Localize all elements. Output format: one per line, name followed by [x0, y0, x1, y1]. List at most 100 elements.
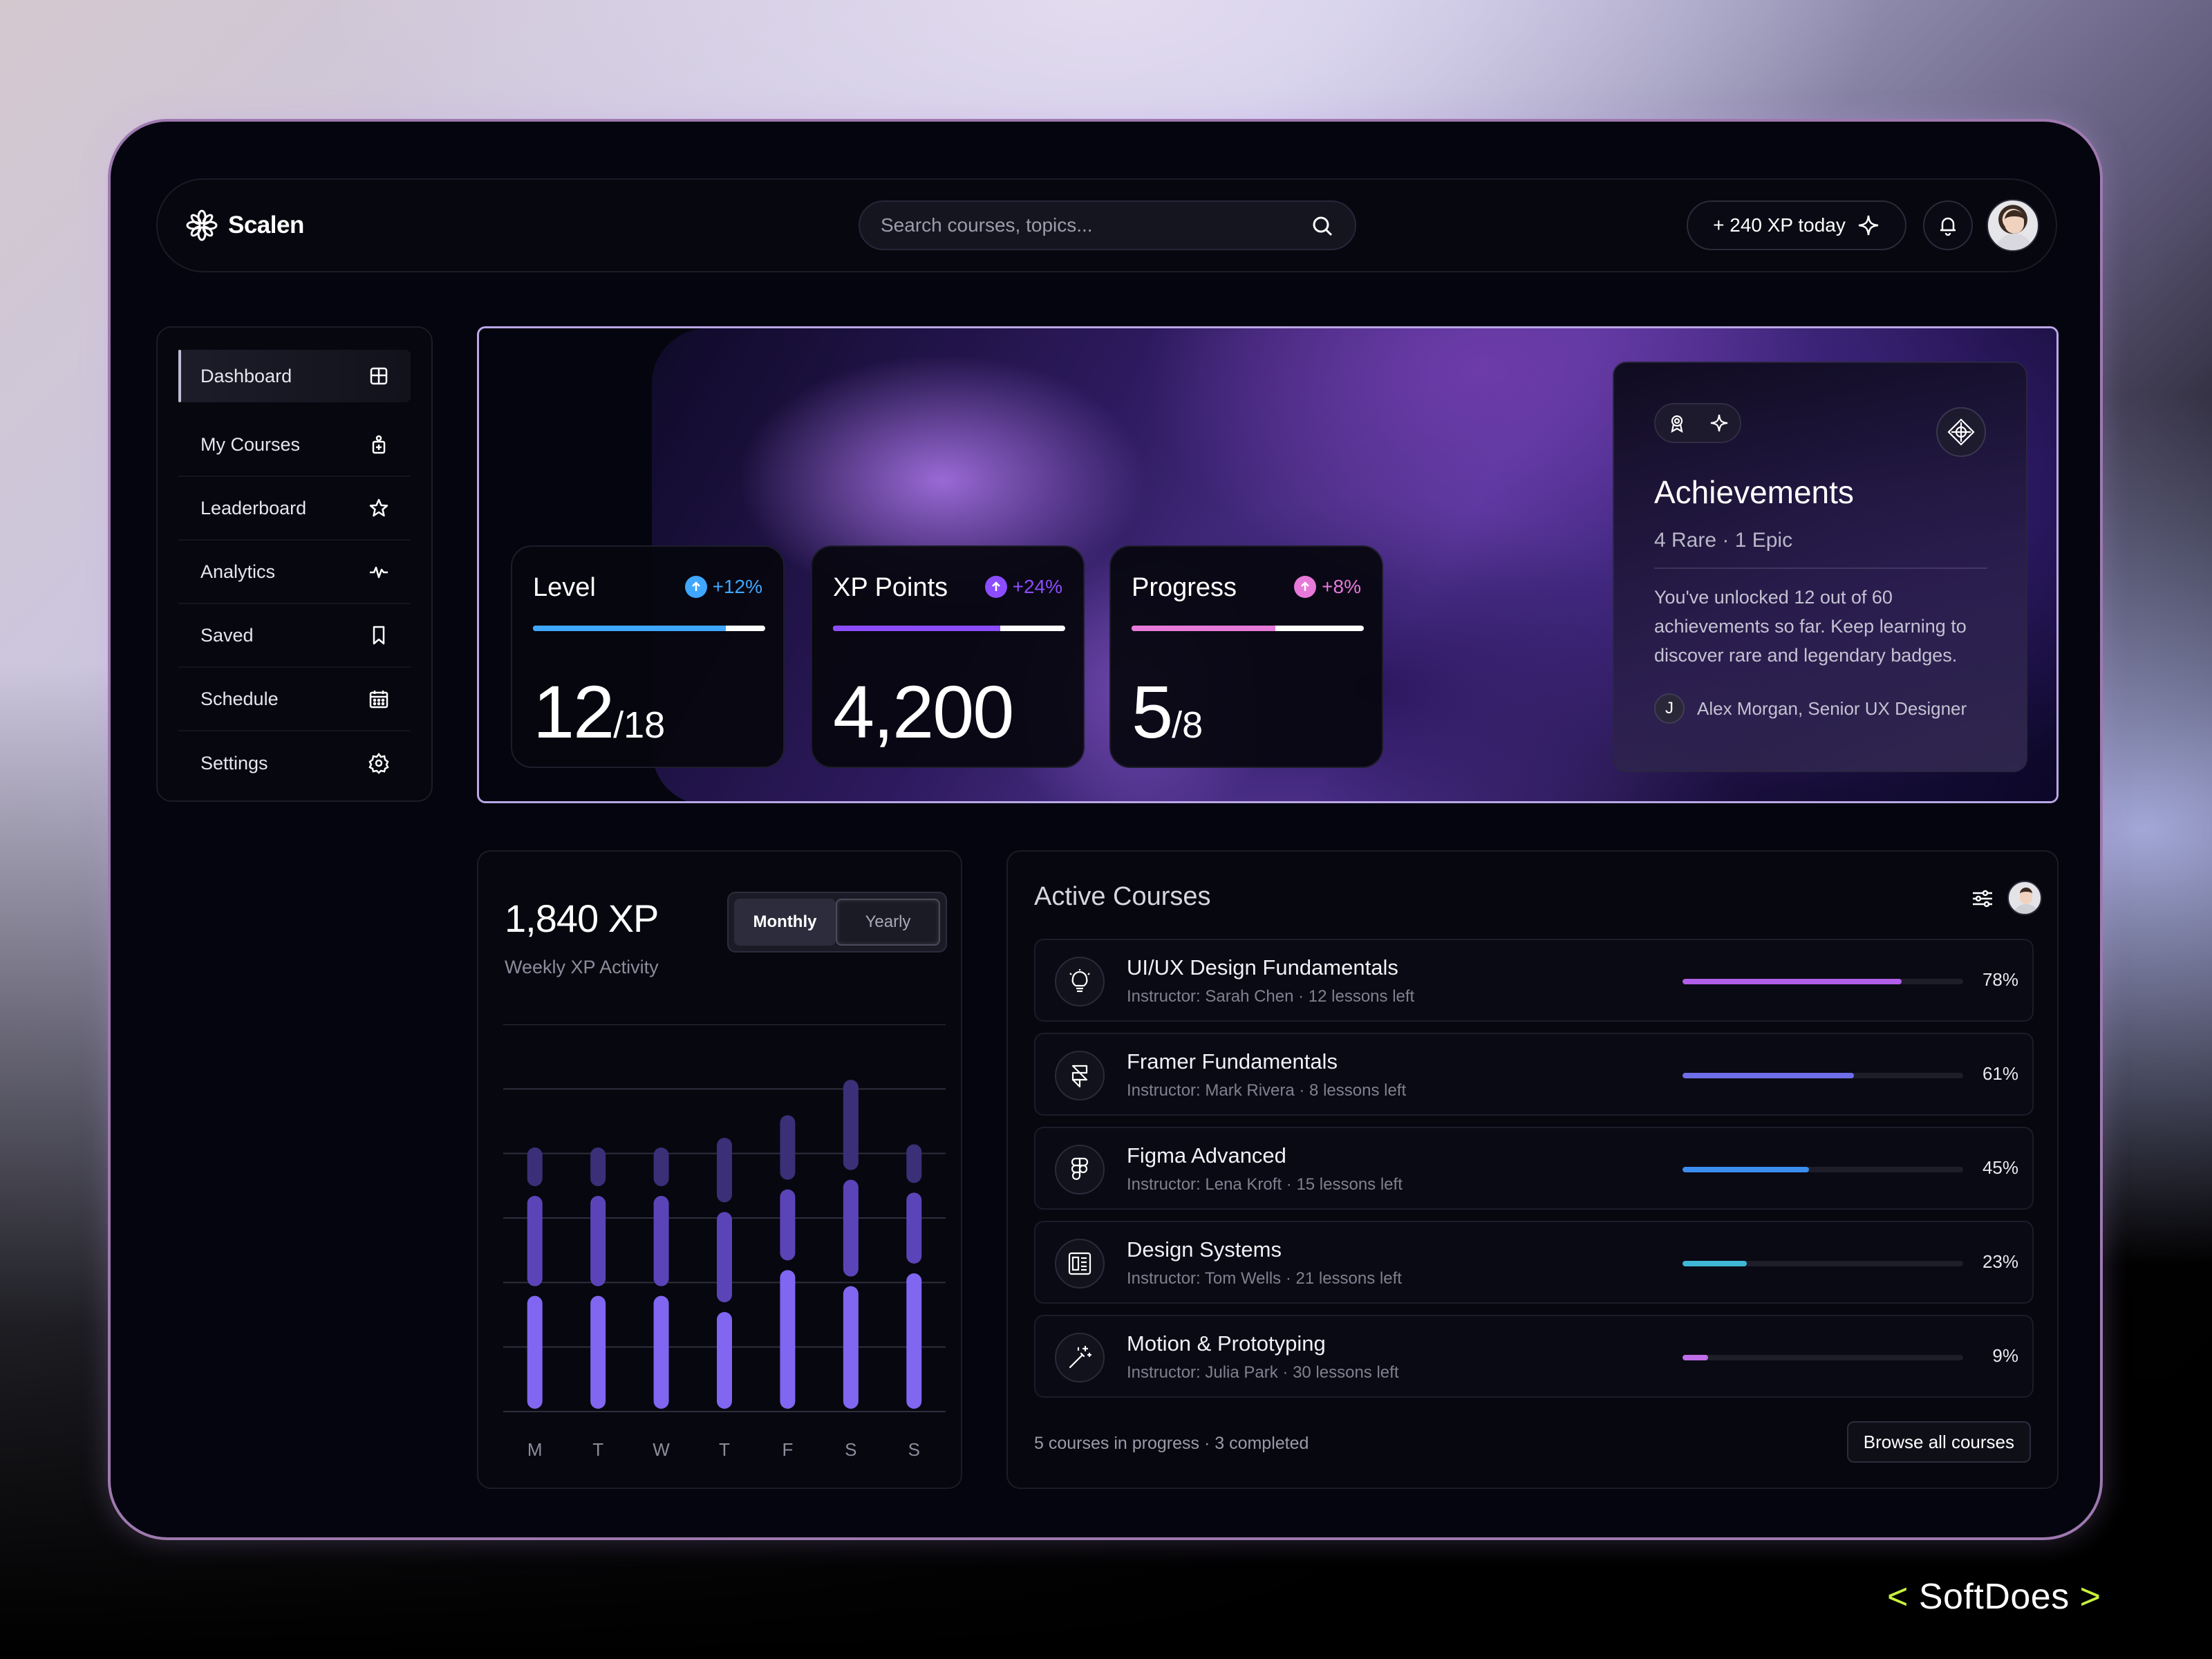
chart-bar-segment[interactable]: [717, 1138, 732, 1203]
chart-bar-segment[interactable]: [590, 1196, 606, 1286]
stat-main-value: 5: [1132, 670, 1173, 753]
chart-bar-segment[interactable]: [527, 1147, 543, 1186]
toggle-monthly[interactable]: Monthly: [734, 899, 836, 946]
chart-bar-segment[interactable]: [590, 1147, 606, 1186]
browse-all-courses-button[interactable]: Browse all courses: [1846, 1421, 2031, 1463]
stat-card-xp-points[interactable]: XP Points +24% 4,200: [811, 545, 1085, 768]
period-toggle: Monthly Yearly: [727, 892, 947, 953]
chart-bar-segment[interactable]: [780, 1115, 796, 1180]
search-icon[interactable]: [1311, 214, 1334, 238]
user-avatar[interactable]: [1987, 199, 2039, 252]
chart-bar-segment[interactable]: [717, 1212, 732, 1302]
stat-progress-fill: [533, 626, 726, 631]
course-icon-wrap: [1055, 1239, 1105, 1288]
course-row[interactable]: Framer Fundamentals Instructor: Mark Riv…: [1034, 1033, 2034, 1116]
search-input[interactable]: [881, 202, 1295, 249]
achievements-card[interactable]: Achievements 4 Rare · 1 Epic You've unlo…: [1613, 362, 2027, 772]
chart-bar-segment[interactable]: [906, 1273, 922, 1409]
course-progress-bar: [1683, 979, 1963, 984]
chart-x-tick-label: S: [845, 1439, 856, 1460]
course-name: Design Systems: [1127, 1237, 1282, 1262]
sidebar-item-label: Leaderboard: [200, 497, 307, 518]
chart-bar-segment[interactable]: [843, 1179, 859, 1277]
course-progress-bar: [1683, 1167, 1963, 1172]
sidebar-item-schedule[interactable]: Schedule: [178, 668, 411, 731]
sparkle-icon[interactable]: [1709, 413, 1730, 433]
logo[interactable]: Scalen: [185, 209, 304, 242]
stat-delta-value: +12%: [712, 576, 762, 597]
achievements-title: Achievements: [1654, 474, 1854, 510]
brand-name: SoftDoes: [1918, 1577, 2070, 1617]
sidebar-item-my-courses[interactable]: My Courses: [178, 413, 411, 477]
chart-bar-segment[interactable]: [906, 1192, 922, 1264]
notifications-button[interactable]: [1923, 200, 1973, 250]
search-bar: [859, 200, 1356, 250]
sidebar-item-analytics[interactable]: Analytics: [178, 541, 411, 604]
courses-title: Active Courses: [1034, 882, 1211, 911]
course-meta: Instructor: Mark Rivera · 8 lessons left: [1127, 1081, 1407, 1100]
chart-bar-segment[interactable]: [843, 1286, 859, 1409]
chart-x-tick-label: F: [782, 1439, 793, 1460]
course-percent: 23%: [1982, 1251, 2018, 1272]
chart-bar-segment[interactable]: [717, 1312, 732, 1409]
achievements-author: J Alex Morgan, Senior UX Designer: [1654, 693, 1967, 724]
xp-today-badge[interactable]: + 240 XP today: [1687, 200, 1906, 250]
chart-bar-segment[interactable]: [590, 1295, 606, 1409]
app-window: Scalen + 240 XP today Dashboard: [108, 119, 2103, 1540]
chart-bar-segment[interactable]: [653, 1295, 669, 1409]
award-icon[interactable]: [1667, 413, 1687, 433]
chart-bar-segment[interactable]: [906, 1144, 922, 1183]
sidebar-item-dashboard[interactable]: Dashboard: [178, 350, 411, 402]
course-icon-wrap: [1055, 1051, 1105, 1100]
chart-bar-segment[interactable]: [527, 1196, 543, 1286]
course-progress-fill: [1683, 1355, 1708, 1360]
course-meta: Instructor: Tom Wells · 21 lessons left: [1127, 1269, 1402, 1288]
stat-progress-fill: [833, 626, 1000, 631]
sidebar-item-label: Settings: [200, 752, 268, 774]
compass-icon: [1947, 418, 1975, 446]
chart-bar-segment[interactable]: [843, 1080, 859, 1170]
course-meta: Instructor: Lena Kroft · 15 lessons left: [1127, 1175, 1403, 1194]
stat-delta-value: +8%: [1322, 576, 1361, 597]
calendar-icon: [369, 691, 388, 709]
course-owner-avatar[interactable]: [2007, 881, 2042, 915]
chart-bar-segment[interactable]: [653, 1147, 669, 1186]
hero-banner: Level +12% 12/18 XP Points +24% 4,200 Pr…: [477, 326, 2059, 803]
course-progress-bar: [1683, 1355, 1963, 1360]
activity-xp-value: 1,840 XP: [505, 897, 659, 940]
settings-gear-icon: [368, 752, 389, 774]
stat-card-progress[interactable]: Progress +8% 5/8: [1109, 545, 1383, 768]
activity-icon: [370, 566, 388, 579]
chart-bar-segment[interactable]: [527, 1295, 543, 1409]
stat-card-level[interactable]: Level +12% 12/18: [511, 545, 785, 768]
course-row[interactable]: UI/UX Design Fundamentals Instructor: Sa…: [1034, 939, 2034, 1022]
avatar-head: [2020, 888, 2032, 904]
sidebar-item-leaderboard[interactable]: Leaderboard: [178, 477, 411, 541]
figma-icon: [1071, 1157, 1089, 1180]
arrow-up-icon: [1294, 576, 1317, 598]
sidebar-item-saved[interactable]: Saved: [178, 604, 411, 668]
course-list: UI/UX Design Fundamentals Instructor: Sa…: [1034, 939, 2034, 1409]
chart-bar-segment[interactable]: [780, 1270, 796, 1409]
filter-sliders-icon[interactable]: [1970, 886, 1995, 911]
stat-sub-value: /18: [613, 704, 666, 746]
course-icon-wrap: [1055, 1145, 1105, 1194]
chart-x-tick-label: M: [527, 1439, 543, 1460]
course-progress-bar: [1683, 1261, 1963, 1266]
top-bar: Scalen + 240 XP today: [156, 178, 2057, 272]
chart-bar-segment[interactable]: [653, 1196, 669, 1286]
achievements-description: You've unlocked 12 out of 60 achievement…: [1654, 587, 1967, 666]
lightbulb-icon: [1069, 969, 1090, 993]
course-icon-wrap: [1055, 957, 1105, 1006]
achievement-icon-group: [1654, 403, 1741, 443]
sidebar-item-settings[interactable]: Settings: [178, 731, 411, 795]
toggle-yearly[interactable]: Yearly: [836, 899, 940, 946]
course-row[interactable]: Design Systems Instructor: Tom Wells · 2…: [1034, 1221, 2034, 1304]
course-meta: Instructor: Sarah Chen · 12 lessons left: [1127, 987, 1415, 1006]
chart-bar-segment[interactable]: [780, 1189, 796, 1261]
course-percent: 61%: [1982, 1063, 2018, 1084]
course-row[interactable]: Motion & Prototyping Instructor: Julia P…: [1034, 1315, 2034, 1398]
course-row[interactable]: Figma Advanced Instructor: Lena Kroft · …: [1034, 1127, 2034, 1210]
author-name: Alex Morgan, Senior UX Designer: [1697, 697, 1967, 719]
achievement-badge[interactable]: [1936, 407, 1986, 457]
